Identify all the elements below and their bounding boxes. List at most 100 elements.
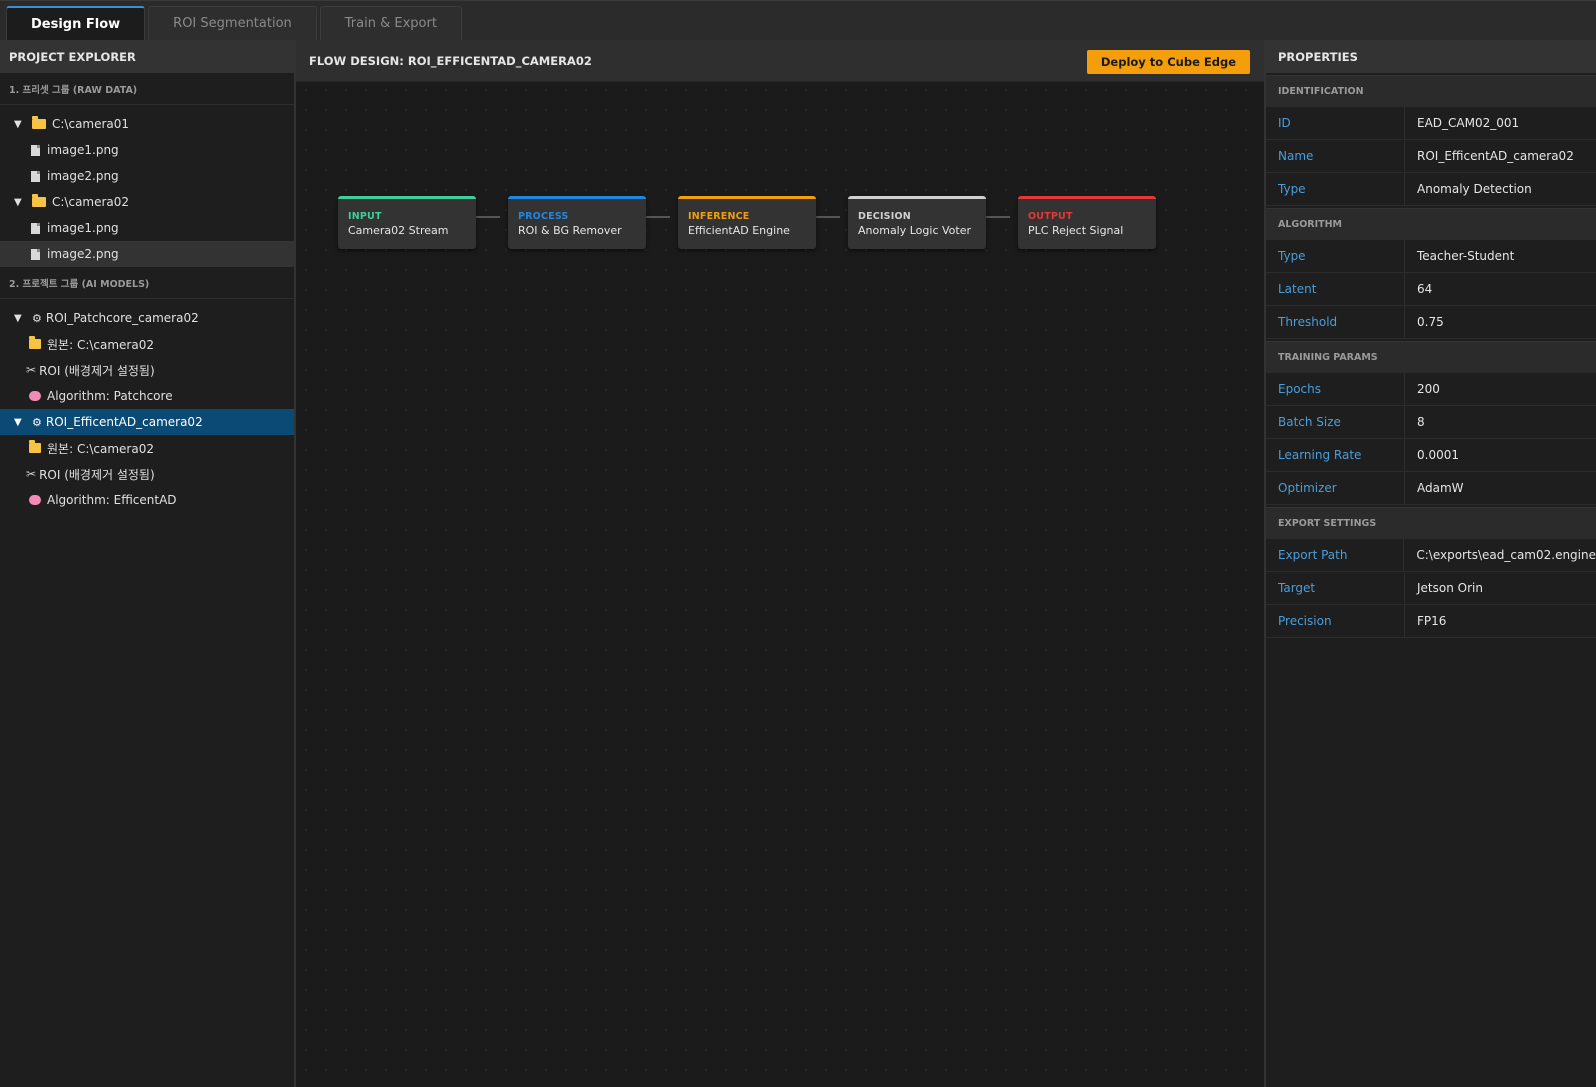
prop-value[interactable]: Jetson Orin — [1405, 572, 1596, 604]
prop-row-target[interactable]: Target Jetson Orin — [1266, 572, 1596, 605]
tree-file[interactable]: image2.png — [0, 241, 294, 267]
file-icon — [31, 248, 40, 260]
prop-value[interactable]: Anomaly Detection — [1405, 173, 1596, 205]
prop-key: Export Path — [1266, 539, 1405, 571]
prop-row-id[interactable]: ID EAD_CAM02_001 — [1266, 107, 1596, 140]
flow-header: FLOW DESIGN: ROI_EFFICENTAD_CAMERA02 Dep… — [296, 40, 1264, 82]
prop-row-threshold[interactable]: Threshold 0.75 — [1266, 306, 1596, 339]
flow-node-decision[interactable]: DECISION Anomaly Logic Voter — [848, 196, 986, 249]
prop-key: Epochs — [1266, 373, 1405, 405]
preset-group-header: 1. 프리셋 그룹 (RAW DATA) — [0, 73, 294, 105]
prop-key: Learning Rate — [1266, 439, 1405, 471]
app-window: Design Flow ROI Segmentation Train & Exp… — [0, 0, 1596, 1087]
prop-value[interactable]: 8 — [1405, 406, 1596, 438]
section-training-params: TRAINING PARAMS — [1266, 341, 1596, 373]
section-identification: IDENTIFICATION — [1266, 75, 1596, 107]
tree-file[interactable]: image1.png — [0, 215, 294, 241]
prop-value[interactable]: EAD_CAM02_001 — [1405, 107, 1596, 139]
prop-row-optimizer[interactable]: Optimizer AdamW — [1266, 472, 1596, 505]
prop-row-algo-type[interactable]: Type Teacher-Student — [1266, 240, 1596, 273]
node-name: PLC Reject Signal — [1028, 224, 1124, 237]
tree-project-algorithm[interactable]: Algorithm: EfficentAD — [0, 487, 294, 513]
tree-project-patchcore[interactable]: ▼ ⚙ ROI_Patchcore_camera02 — [0, 305, 294, 331]
gear-icon: ⚙ — [32, 311, 42, 325]
prop-row-learning-rate[interactable]: Learning Rate 0.0001 — [1266, 439, 1596, 472]
roi-label: ROI (배경제거 설정됨) — [39, 363, 155, 378]
prop-row-latent[interactable]: Latent 64 — [1266, 273, 1596, 306]
prop-row-name[interactable]: Name ROI_EfficentAD_camera02 — [1266, 140, 1596, 173]
tree-folder-camera01[interactable]: ▼ C:\camera01 — [0, 111, 294, 137]
flow-node-process[interactable]: PROCESS ROI & BG Remover — [508, 196, 646, 249]
tab-design-flow[interactable]: Design Flow — [6, 6, 146, 40]
project-label: ROI_EfficentAD_camera02 — [45, 415, 203, 429]
file-label: image2.png — [47, 247, 119, 261]
prop-value[interactable]: 64 — [1405, 273, 1596, 305]
prop-row-batch-size[interactable]: Batch Size 8 — [1266, 406, 1596, 439]
prop-key: Latent — [1266, 273, 1405, 305]
node-type: DECISION — [858, 211, 911, 222]
prop-row-type[interactable]: Type Anomaly Detection — [1266, 173, 1596, 206]
project-label: ROI_Patchcore_camera02 — [45, 311, 199, 325]
folder-icon — [32, 116, 46, 129]
section-export-settings: EXPORT SETTINGS — [1266, 507, 1596, 539]
tree-file[interactable]: image2.png — [0, 163, 294, 189]
prop-key: Name — [1266, 140, 1405, 172]
prop-value[interactable]: FP16 — [1405, 605, 1596, 637]
algorithm-label: Algorithm: Patchcore — [47, 389, 173, 403]
folder-icon — [32, 194, 46, 207]
flow-node-output[interactable]: OUTPUT PLC Reject Signal — [1018, 196, 1156, 249]
node-name: ROI & BG Remover — [518, 224, 622, 237]
file-label: image1.png — [47, 221, 119, 235]
tree-file[interactable]: image1.png — [0, 137, 294, 163]
project-explorer: PROJECT EXPLORER 1. 프리셋 그룹 (RAW DATA) ▼ … — [0, 40, 296, 1087]
flow-title: FLOW DESIGN: ROI_EFFICENTAD_CAMERA02 — [309, 53, 592, 68]
file-label: image2.png — [47, 169, 119, 183]
prop-value[interactable]: AdamW — [1405, 472, 1596, 504]
prop-key: Type — [1266, 240, 1405, 272]
node-type: INPUT — [348, 211, 382, 222]
deploy-button[interactable]: Deploy to Cube Edge — [1086, 50, 1250, 74]
expand-arrow-icon[interactable]: ▼ — [14, 417, 24, 428]
prop-value[interactable]: 0.75 — [1405, 306, 1596, 338]
prop-key: Type — [1266, 173, 1405, 205]
tree-project-efficentad[interactable]: ▼ ⚙ ROI_EfficentAD_camera02 — [0, 409, 294, 435]
prop-value[interactable]: 200 — [1405, 373, 1596, 405]
prop-row-epochs[interactable]: Epochs 200 — [1266, 373, 1596, 406]
prop-key: Precision — [1266, 605, 1405, 637]
prop-value[interactable]: Teacher-Student — [1405, 240, 1596, 272]
prop-value[interactable]: ROI_EfficentAD_camera02 — [1405, 140, 1596, 172]
roi-label: ROI (배경제거 설정됨) — [39, 467, 155, 482]
section-algorithm: ALGORITHM — [1266, 208, 1596, 240]
prop-key: Batch Size — [1266, 406, 1405, 438]
prop-value[interactable]: 0.0001 — [1405, 439, 1596, 471]
brain-icon — [29, 391, 41, 401]
expand-arrow-icon[interactable]: ▼ — [14, 313, 24, 324]
flow-node-inference[interactable]: INFERENCE EfficientAD Engine — [678, 196, 816, 249]
node-type: INFERENCE — [688, 211, 750, 222]
node-type: OUTPUT — [1028, 211, 1073, 222]
tab-roi-segmentation[interactable]: ROI Segmentation — [148, 6, 317, 40]
brain-icon — [29, 495, 41, 505]
tree-project-roi[interactable]: ✂ ROI (배경제거 설정됨) — [0, 461, 294, 487]
tree-folder-camera02[interactable]: ▼ C:\camera02 — [0, 189, 294, 215]
tree-project-source[interactable]: 원본: C:\camera02 — [0, 435, 294, 461]
flow-canvas[interactable]: FLOW DESIGN: ROI_EFFICENTAD_CAMERA02 Dep… — [296, 40, 1264, 1087]
folder-label: C:\camera01 — [52, 117, 130, 131]
prop-row-precision[interactable]: Precision FP16 — [1266, 605, 1596, 638]
project-group-header: 2. 프로젝트 그룹 (AI MODELS) — [0, 267, 294, 299]
flow-node-input[interactable]: INPUT Camera02 Stream — [338, 196, 476, 249]
tree-project-roi[interactable]: ✂ ROI (배경제거 설정됨) — [0, 357, 294, 383]
node-name: Anomaly Logic Voter — [858, 224, 971, 237]
prop-value[interactable]: C:\exports\ead_cam02.engine — [1404, 539, 1596, 571]
tab-train-export[interactable]: Train & Export — [319, 6, 462, 40]
prop-row-export-path[interactable]: Export Path C:\exports\ead_cam02.engine — [1266, 539, 1596, 572]
prop-key: ID — [1266, 107, 1405, 139]
prop-key: Optimizer — [1266, 472, 1405, 504]
algorithm-label: Algorithm: EfficentAD — [47, 493, 177, 507]
node-name: EfficientAD Engine — [688, 224, 790, 237]
gear-icon: ⚙ — [32, 415, 42, 429]
expand-arrow-icon[interactable]: ▼ — [14, 119, 24, 130]
tree-project-source[interactable]: 원본: C:\camera02 — [0, 331, 294, 357]
tree-project-algorithm[interactable]: Algorithm: Patchcore — [0, 383, 294, 409]
expand-arrow-icon[interactable]: ▼ — [14, 197, 24, 208]
